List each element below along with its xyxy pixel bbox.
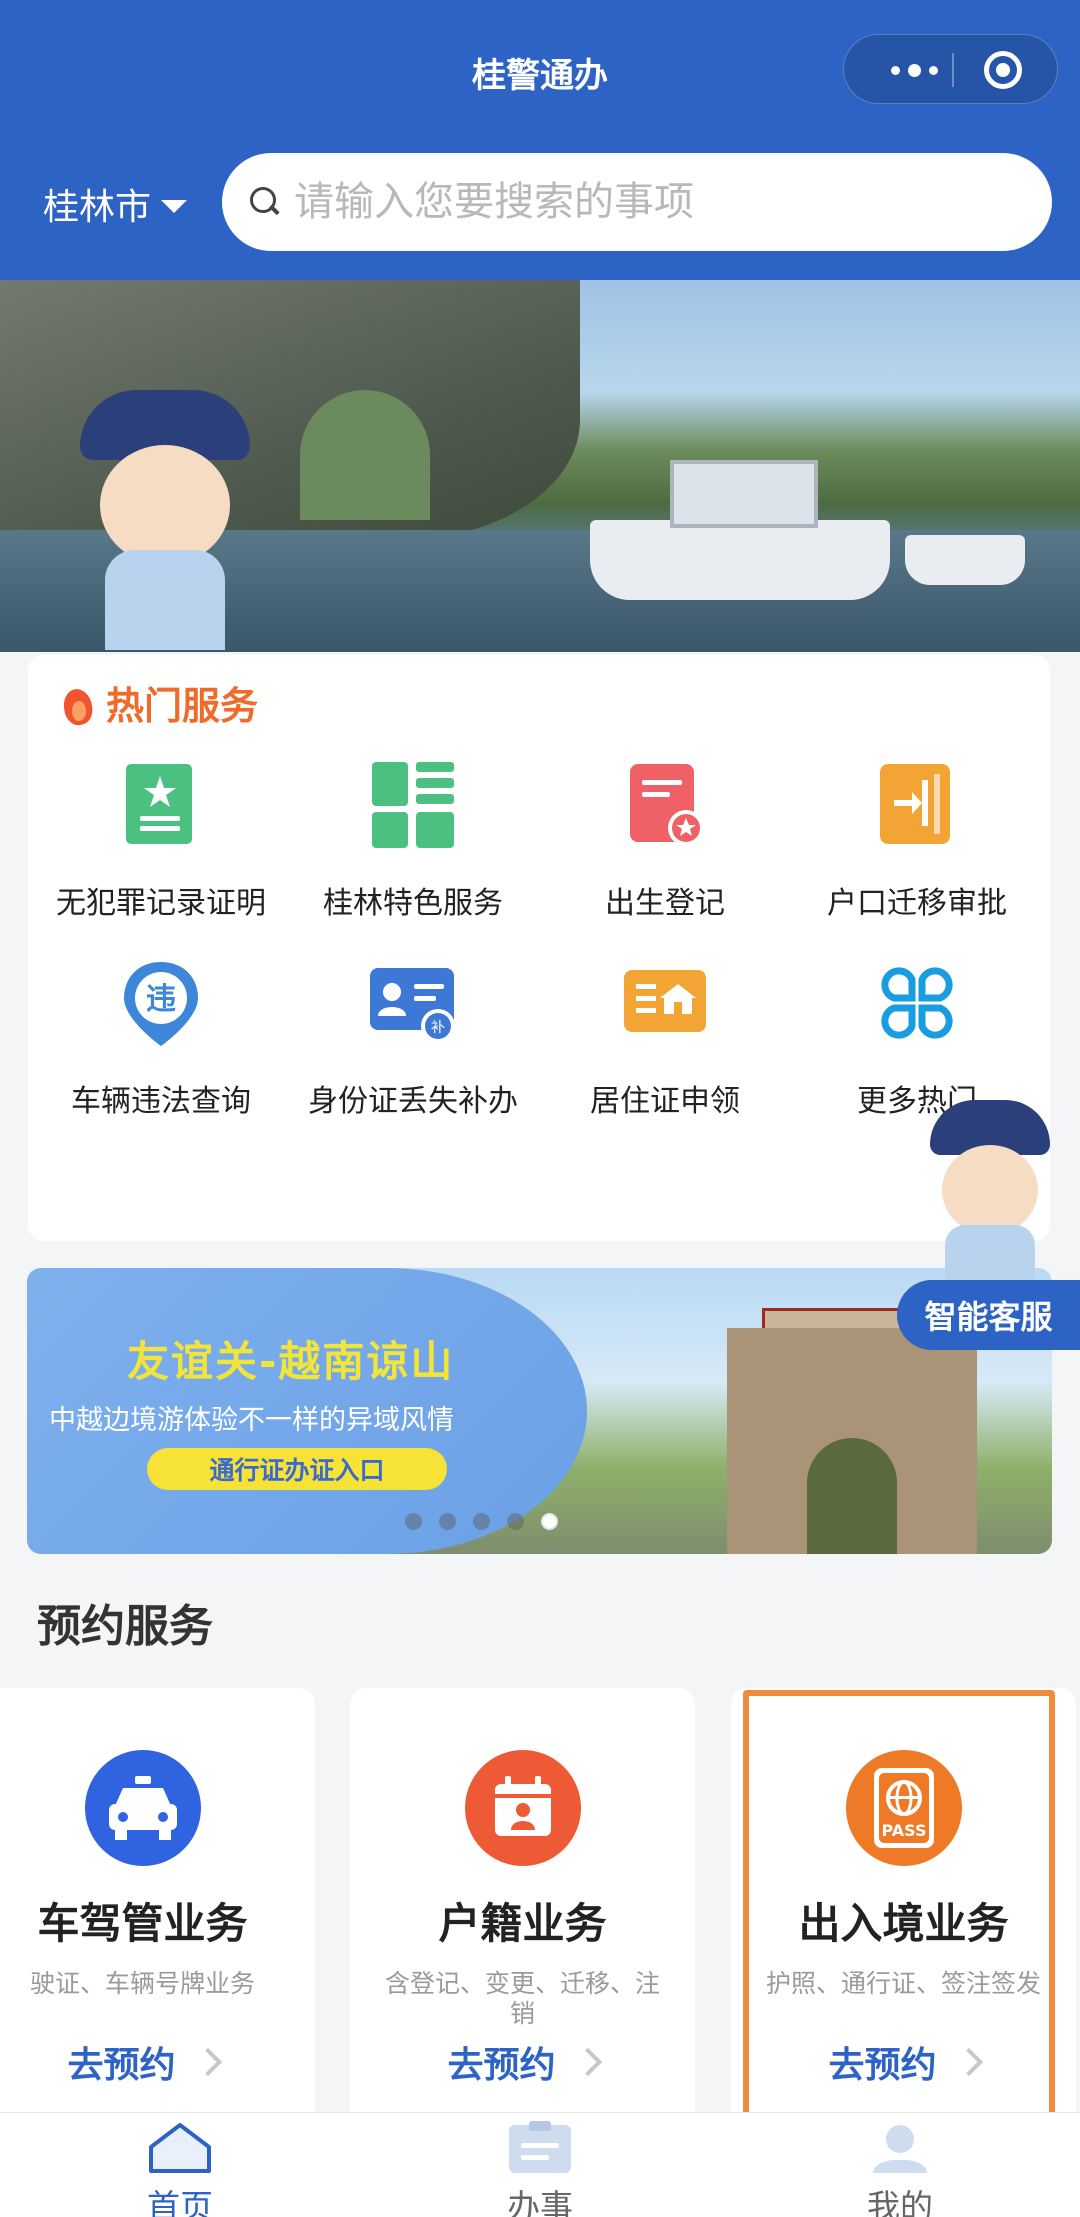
reserve-section-title: 预约服务 — [37, 1601, 213, 1652]
profile-icon — [865, 2121, 935, 2176]
reserve-go-button[interactable]: 去预约 — [350, 2036, 695, 2088]
car-icon — [84, 1750, 201, 1866]
reserve-card-name: 户籍业务 — [438, 1899, 607, 1948]
certificate-icon — [116, 760, 206, 850]
migrate-door-icon — [872, 760, 962, 850]
service-label: 车辆违法查询 — [71, 1084, 251, 1119]
banner-police-boat — [590, 460, 890, 600]
top-banner-image[interactable] — [0, 280, 1080, 652]
hot-services-header: 热门服务 — [60, 675, 258, 730]
calendar-person-icon — [464, 1750, 581, 1866]
service-label: 户口迁移审批 — [827, 886, 1007, 921]
search-input[interactable] — [294, 179, 994, 225]
carousel-dot-active[interactable] — [541, 1513, 558, 1530]
svg-text:补: 补 — [431, 1020, 445, 1036]
reserve-card-household[interactable]: 户籍业务 含登记、变更、迁移、注销 去预约 — [350, 1688, 695, 2128]
service-label: 居住证申领 — [590, 1084, 740, 1119]
document-star-icon — [620, 760, 710, 850]
miniprogram-capsule — [843, 34, 1058, 104]
service-residence-permit[interactable]: 居住证申领 — [540, 958, 790, 1120]
tab-label: 办事 — [507, 2187, 573, 2217]
service-label: 身份证丢失补办 — [308, 1084, 518, 1119]
carousel-dot[interactable] — [473, 1513, 490, 1530]
service-label: 出生登记 — [605, 886, 725, 921]
banner-boat-small — [905, 535, 1025, 585]
flame-icon — [60, 681, 96, 725]
hot-services-panel — [28, 655, 1050, 1241]
tab-label: 我的 — [867, 2187, 933, 2217]
reserve-go-label: 去预约 — [67, 2045, 176, 2086]
grid-apps-icon — [368, 760, 458, 850]
police-mascot-illustration — [70, 390, 260, 650]
banner-rock-arch — [300, 390, 430, 520]
search-bar[interactable] — [222, 153, 1052, 251]
carousel-dot[interactable] — [405, 1513, 422, 1530]
service-household-migration[interactable]: 户口迁移审批 — [792, 760, 1042, 922]
hot-services-title: 热门服务 — [106, 684, 259, 728]
reserve-go-button[interactable]: 去预约 — [0, 2036, 315, 2088]
violation-pin-icon: 违 — [116, 958, 206, 1048]
bottom-tab-bar: 首页 办事 我的 — [0, 2112, 1080, 2217]
service-birth-registration[interactable]: 出生登记 — [540, 760, 790, 922]
tab-label: 首页 — [147, 2187, 213, 2217]
search-icon — [250, 187, 280, 217]
carousel-indicator — [405, 1513, 558, 1530]
chevron-right-icon — [193, 2047, 222, 2077]
capsule-divider — [952, 53, 954, 87]
home-icon — [145, 2121, 215, 2176]
city-selector[interactable]: 桂林市 — [43, 178, 188, 230]
promo-gate-scenery — [727, 1328, 977, 1554]
service-more-hot[interactable]: 更多热门 — [792, 958, 1042, 1120]
city-label: 桂林市 — [43, 187, 152, 228]
service-vehicle-violation[interactable]: 违 车辆违法查询 — [36, 958, 286, 1120]
chevron-right-icon — [573, 2047, 602, 2077]
reserve-card-vehicle[interactable]: 车驾管业务 驶证、车辆号牌业务 去预约 — [0, 1688, 315, 2128]
reserve-card-desc: 含登记、变更、迁移、注销 — [384, 1969, 660, 2028]
reserve-card-desc: 驶证、车辆号牌业务 — [29, 1969, 255, 1998]
caret-down-icon — [161, 199, 188, 213]
clipboard-icon — [505, 2121, 575, 2176]
promo-headline: 友谊关-越南谅山 — [127, 1337, 455, 1386]
close-miniprogram-icon[interactable] — [984, 51, 1022, 89]
service-guilin-special[interactable]: 桂林特色服务 — [288, 760, 538, 922]
id-card-icon: 补 — [368, 958, 458, 1048]
smart-assistant-button[interactable]: 智能客服 — [897, 1280, 1080, 1350]
highlight-box — [743, 1690, 1055, 2118]
service-id-card-replacement[interactable]: 补 身份证丢失补办 — [288, 958, 538, 1120]
service-label: 桂林特色服务 — [323, 886, 503, 921]
carousel-dot[interactable] — [439, 1513, 456, 1530]
tab-profile[interactable]: 我的 — [800, 2113, 1000, 2217]
promo-entry-button[interactable]: 通行证办证入口 — [147, 1448, 447, 1490]
promo-subline: 中越边境游体验不一样的异域风情 — [49, 1405, 454, 1436]
more-clover-icon — [872, 958, 962, 1048]
more-options-icon[interactable] — [874, 35, 954, 105]
service-label: 无犯罪记录证明 — [56, 886, 266, 921]
carousel-dot[interactable] — [507, 1513, 524, 1530]
reserve-go-label: 去预约 — [447, 2045, 556, 2086]
service-no-criminal-record[interactable]: 无犯罪记录证明 — [36, 760, 286, 922]
tab-services[interactable]: 办事 — [440, 2113, 640, 2217]
reserve-card-name: 车驾管业务 — [37, 1899, 248, 1948]
residence-icon — [620, 958, 710, 1048]
svg-text:违: 违 — [146, 982, 176, 1017]
tab-home[interactable]: 首页 — [80, 2113, 280, 2217]
